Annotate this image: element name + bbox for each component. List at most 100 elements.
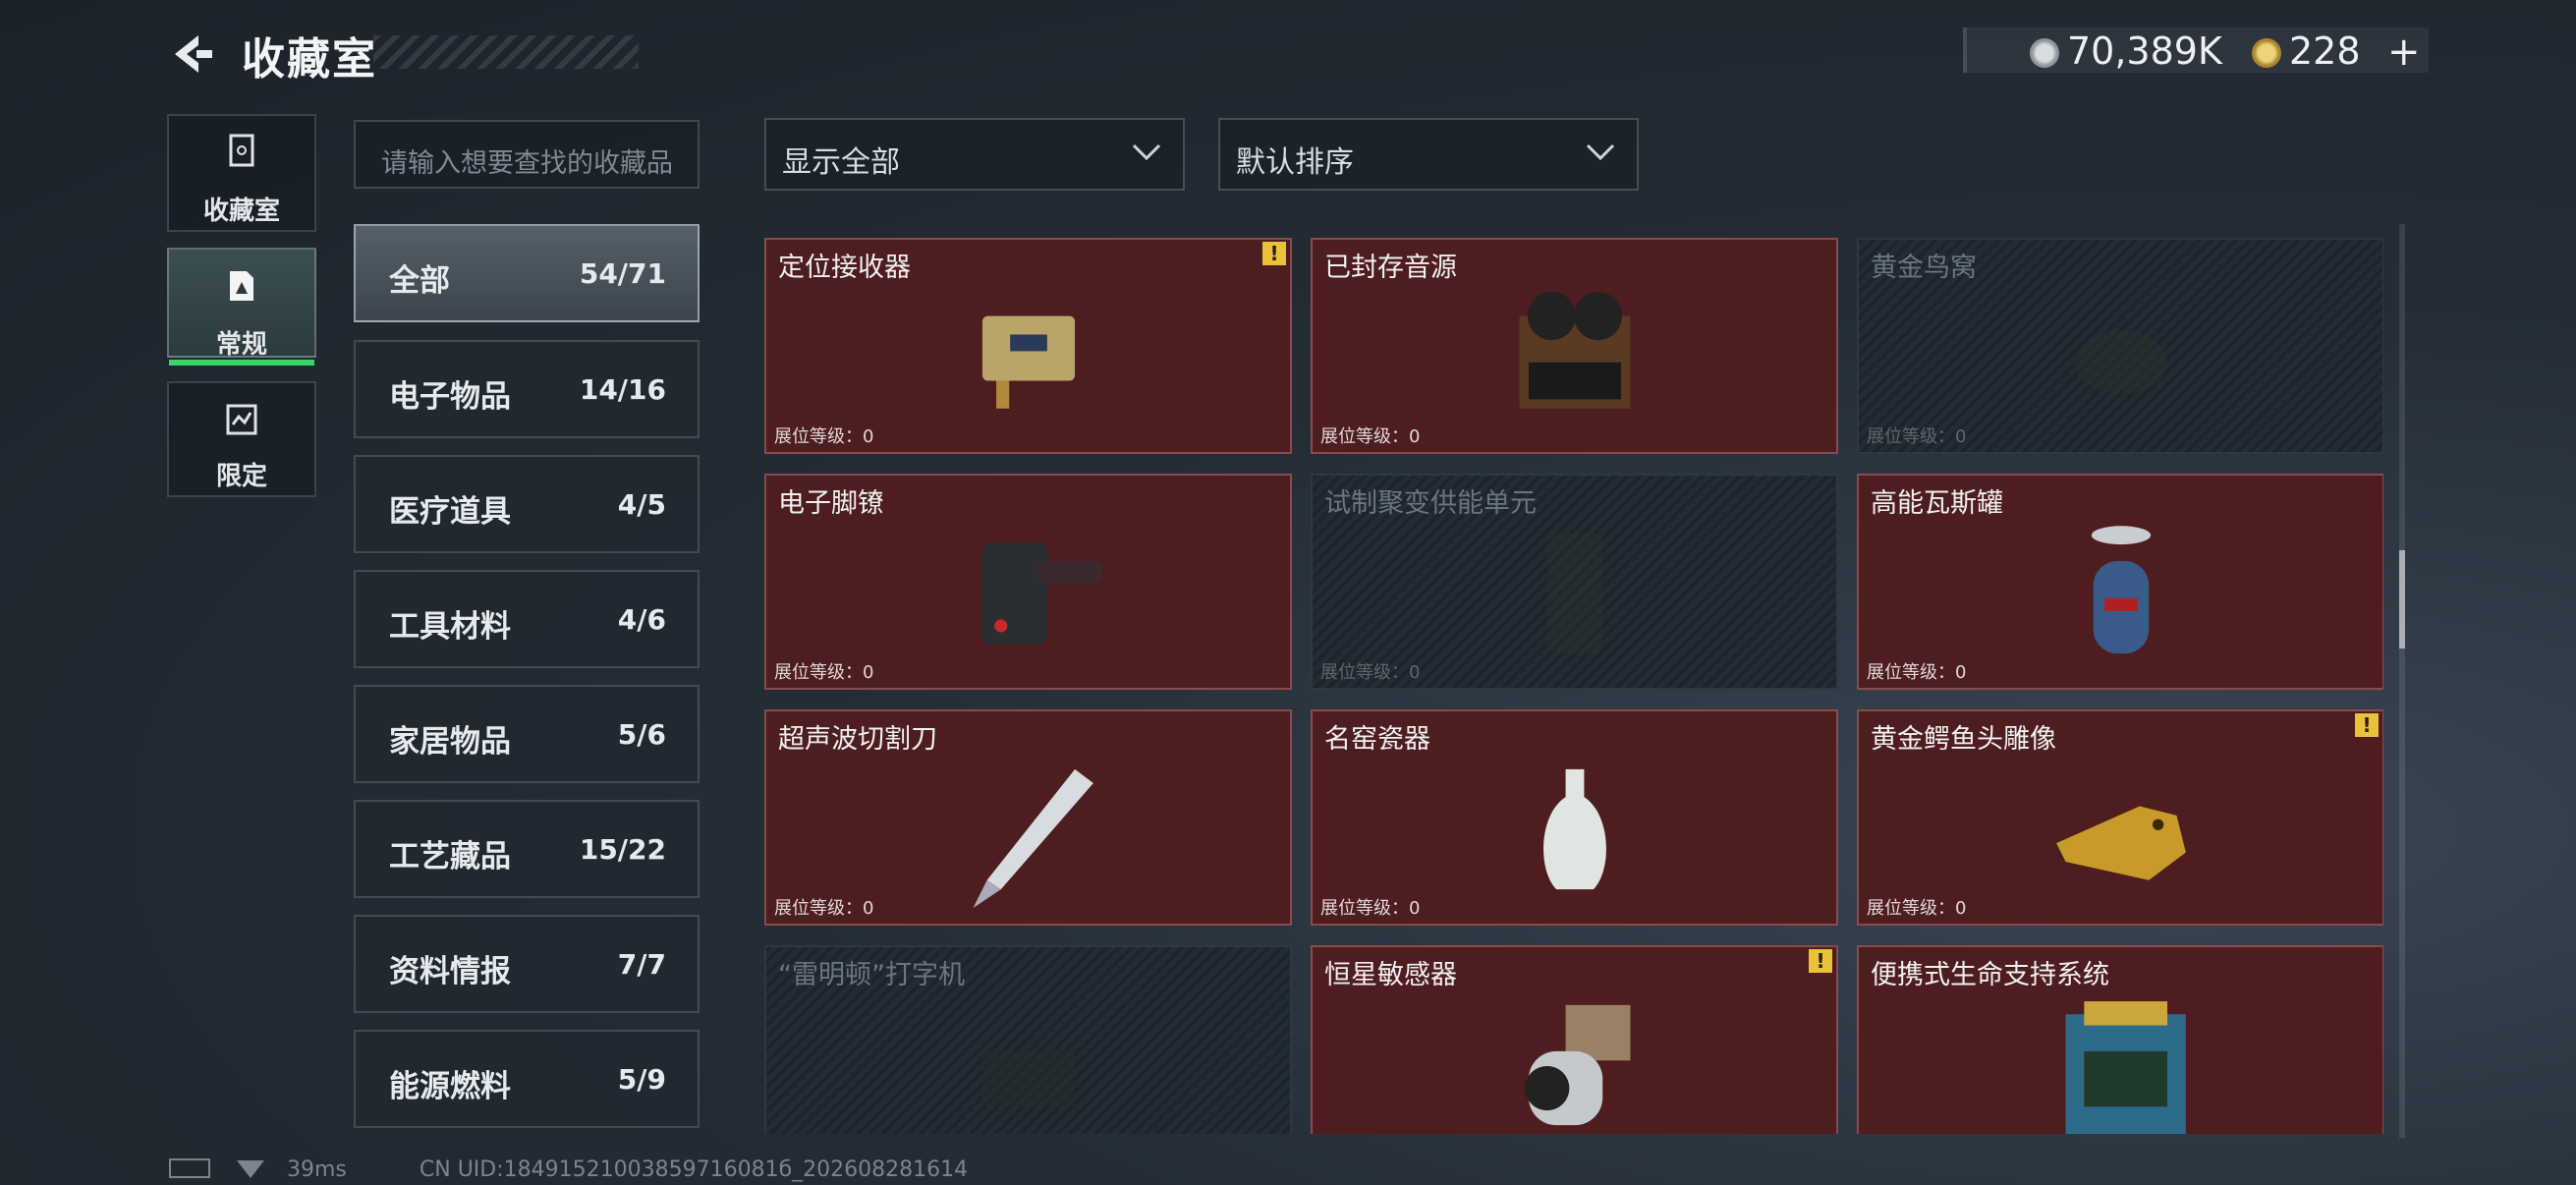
category-name: 全部 [389, 263, 450, 299]
category-item[interactable]: 电子物品 14/16 [354, 340, 700, 438]
category-count: 5/6 [617, 718, 666, 751]
active-indicator [169, 360, 314, 366]
item-name: 已封存音源 [1324, 253, 1457, 283]
category-item[interactable]: 家居物品 5/6 [354, 685, 700, 783]
item-name: 黄金鸟窝 [1871, 253, 1977, 283]
item-name: 电子脚镣 [778, 488, 884, 519]
filter-dropdown[interactable]: 显示全部 [764, 118, 1185, 191]
back-arrow-icon[interactable] [167, 29, 216, 79]
collection-card[interactable]: 电子脚镣展位等级：0 [764, 474, 1292, 690]
status-footer: 39ms CN UID:18491521003859716081б_202608… [169, 1157, 968, 1182]
nav-limited[interactable]: 限定 [167, 381, 316, 497]
booth-level: 展位等级：0 [1867, 898, 1967, 919]
booth-level: 展位等级：0 [774, 662, 874, 683]
nav-common[interactable]: 常规 [167, 248, 316, 366]
booth-level: 展位等级：0 [1320, 662, 1421, 683]
chevron-down-icon [1132, 143, 1161, 161]
warning-badge-icon: ! [2355, 713, 2379, 737]
category-item[interactable]: 全部 54/71 [354, 224, 700, 322]
page-title: 收藏室 [242, 34, 377, 85]
collection-grid: 定位接收器! 展位等级：0 已封存音源 展位等级：0 黄金鸟窝 展位等级：0 电子脚镣 展位等… [764, 238, 2383, 1134]
item-name: 高能瓦斯罐 [1871, 488, 2003, 519]
nav-common-label: 常规 [215, 330, 267, 360]
gold-coin-icon [2252, 38, 2281, 68]
category-item[interactable]: 工艺藏品 15/22 [354, 800, 700, 898]
currency-bar: 70,389K 228 + [1963, 28, 2429, 75]
life-support-icon [2065, 1001, 2186, 1134]
bird-nest-icon [2074, 330, 2167, 394]
collection-card[interactable]: 已封存音源展位等级：0 [1311, 238, 1838, 454]
category-name: 医疗道具 [389, 494, 511, 530]
collection-card[interactable]: 超声波切割刀展位等级：0 [764, 709, 1292, 926]
tape-recorder-icon [1519, 292, 1630, 409]
collection-card[interactable]: 定位接收器! 展位等级：0 [764, 238, 1292, 454]
title-decoration [373, 35, 639, 69]
fusion-cell-icon [1546, 533, 1602, 654]
add-currency-button[interactable]: + [2387, 29, 2421, 75]
ping-value: 39ms [287, 1157, 347, 1182]
nav-limited-label: 限定 [215, 462, 267, 491]
item-name: 名窑瓷器 [1324, 724, 1430, 755]
currency-gold: 228 [2252, 29, 2361, 73]
category-count: 7/7 [617, 948, 666, 981]
item-name: 恒星敏感器 [1324, 960, 1457, 990]
sort-dropdown-label: 默认排序 [1236, 145, 1354, 180]
item-name: “雷明顿”打字机 [778, 960, 965, 990]
silver-coin-icon [2030, 38, 2059, 68]
chevron-down-icon [1586, 143, 1615, 161]
collection-card[interactable]: 名窑瓷器展位等级：0 [1311, 709, 1838, 926]
collection-card[interactable]: “雷明顿”打字机 [764, 945, 1292, 1134]
nav-vault-label: 收藏室 [202, 197, 280, 226]
currency-silver-value: 70,389K [2067, 29, 2222, 73]
nav-vault[interactable]: 收藏室 [167, 114, 316, 232]
category-name: 电子物品 [389, 379, 511, 415]
gas-canister-icon [2091, 526, 2151, 654]
category-name: 家居物品 [389, 724, 511, 760]
booth-level: 展位等级：0 [1320, 426, 1421, 447]
collection-card[interactable]: 便携式生命支持系统 [1857, 945, 2383, 1134]
category-count: 4/6 [617, 603, 666, 636]
scrollbar-track[interactable] [2399, 224, 2405, 1138]
currency-silver: 70,389K [2030, 29, 2222, 73]
item-name: 超声波切割刀 [778, 724, 937, 755]
filter-dropdown-label: 显示全部 [782, 145, 900, 180]
sort-dropdown[interactable]: 默认排序 [1218, 118, 1639, 191]
collection-card[interactable]: 恒星敏感器! [1311, 945, 1838, 1134]
category-item[interactable]: 能源燃料 5/9 [354, 1030, 700, 1128]
collection-card[interactable]: 黄金鸟窝展位等级：0 [1857, 238, 2383, 454]
search-input[interactable]: 请输入想要查找的收藏品 [354, 120, 700, 189]
collection-card[interactable]: 试制聚变供能单元 展位等级：0 [1311, 474, 1838, 690]
star-sensor-icon [1524, 1004, 1630, 1126]
booth-level: 展位等级：0 [774, 426, 874, 447]
ultrasonic-knife-icon [973, 768, 1093, 908]
category-count: 5/9 [617, 1063, 666, 1096]
category-name: 工具材料 [389, 609, 511, 645]
category-count: 4/5 [617, 488, 666, 521]
item-name: 定位接收器 [778, 253, 911, 283]
ankle-monitor-icon [981, 542, 1102, 645]
booth-level: 展位等级：0 [774, 898, 874, 919]
collection-card[interactable]: 黄金鳄鱼头雕像! 展位等级：0 [1857, 709, 2383, 926]
warning-badge-icon: ! [1809, 949, 1832, 973]
document-icon [230, 271, 253, 301]
collection-card[interactable]: 高能瓦斯罐展位等级：0 [1857, 474, 2383, 690]
category-item[interactable]: 医疗道具 4/5 [354, 455, 700, 553]
porcelain-vase-icon [1542, 768, 1606, 890]
category-name: 资料情报 [389, 954, 511, 989]
category-count: 54/71 [579, 257, 666, 290]
item-name: 黄金鳄鱼头雕像 [1871, 724, 2056, 755]
booth-level: 展位等级：0 [1320, 898, 1421, 919]
booth-level: 展位等级：0 [1867, 662, 1967, 683]
category-name: 工艺藏品 [389, 839, 511, 875]
category-count: 15/22 [579, 833, 666, 866]
category-count: 14/16 [579, 373, 666, 406]
booth-level: 展位等级：0 [1867, 426, 1967, 447]
category-item[interactable]: 资料情报 7/7 [354, 915, 700, 1013]
vault-icon [229, 134, 254, 167]
scrollbar-thumb[interactable] [2399, 550, 2405, 649]
category-item[interactable]: 工具材料 4/6 [354, 570, 700, 668]
battery-icon [169, 1158, 210, 1178]
uid-text: CN UID:18491521003859716081б_20260828161… [419, 1157, 969, 1182]
wifi-icon [237, 1160, 264, 1178]
receiver-icon [981, 315, 1075, 409]
